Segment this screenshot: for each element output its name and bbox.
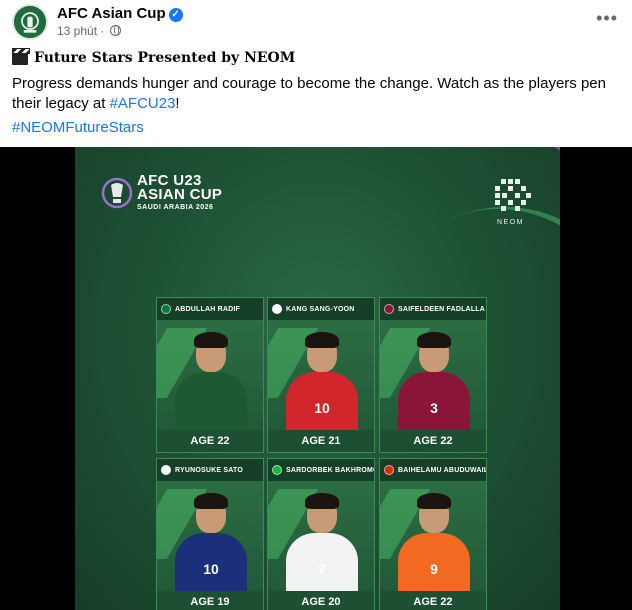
hashtag-line: #NEOMFutureStars [12,118,620,138]
neom-wordmark: NEOM [497,219,524,226]
player-card-header: BAIHELAMU ABUDUWAILI [380,459,486,481]
poster-subtitle: SAUDI ARABIA 2026 [137,204,214,211]
player-age: AGE 22 [380,430,486,452]
player-card: SAIFELDEEN FADLALLA 3 AGE 22 [379,297,487,453]
player-card: RYUNOSUKE SATO 10 AGE 19 [156,458,264,610]
post-header: AFC Asian Cup ✓ 13 phút · ••• [0,0,632,44]
player-photo: 9 [380,481,486,591]
player-hair [194,493,228,509]
page-name-text[interactable]: AFC Asian Cup [57,5,166,22]
player-hair [417,332,451,348]
neom-logo-icon [495,179,531,211]
post-media[interactable]: AFC U23 ASIAN CUP SAUDI ARABIA 2026 NEOM… [0,147,632,610]
player-hair [305,493,339,509]
player-hair [305,332,339,348]
afc-trophy-logo-icon [101,177,133,209]
player-age: AGE 22 [380,591,486,610]
player-name: SAIFELDEEN FADLALLA [398,305,486,313]
player-hair [194,332,228,348]
hashtag-neomfuturestars-link[interactable]: #NEOMFutureStars [12,119,144,136]
player-kit [175,372,247,430]
player-card: KANG SANG-YOON 10 AGE 21 [267,297,375,453]
clapper-board-icon [12,47,30,65]
post-meta: 13 phút · [57,24,121,38]
hashtag-afcu23-link[interactable]: #AFCU23 [110,95,176,112]
globe-icon [109,25,121,36]
player-card-header: SARDORBEK BAKHROMOV [268,459,374,481]
page-avatar[interactable] [12,4,48,40]
player-card-header: RYUNOSUKE SATO [157,459,263,481]
headline-text: Future Stars Presented by NEOM [34,50,296,66]
player-photo: 10 [157,481,263,591]
player-age: AGE 20 [268,591,374,610]
shirt-number: 10 [314,400,330,416]
poster-title: AFC U23 ASIAN CUP [137,173,223,203]
player-card-header: KANG SANG-YOON [268,298,374,320]
more-options-icon[interactable]: ••• [596,8,618,29]
country-flag-icon [384,465,394,475]
player-photo: 7 [268,481,374,591]
country-flag-icon [272,304,282,314]
shirt-number: 7 [318,561,326,577]
player-age: AGE 19 [157,591,263,610]
player-name: RYUNOSUKE SATO [175,466,244,474]
post-text: Future Stars Presented by NEOM Progress … [12,47,620,142]
player-card-header: SAIFELDEEN FADLALLA [380,298,486,320]
verified-badge-icon: ✓ [168,8,183,22]
player-card-header: ABDULLAH RADIF [157,298,263,320]
post-body: Progress demands hunger and courage to b… [12,74,620,114]
poster-image: AFC U23 ASIAN CUP SAUDI ARABIA 2026 NEOM… [75,147,560,610]
player-photo: 10 [268,320,374,430]
page-name[interactable]: AFC Asian Cup ✓ [57,5,183,22]
afc-logo-icon [14,6,46,38]
player-hair [417,493,451,509]
country-flag-icon [161,304,171,314]
country-flag-icon [272,465,282,475]
player-photo [157,320,263,430]
player-name: SARDORBEK BAKHROMOV [286,466,375,474]
shirt-number: 10 [203,561,219,577]
shirt-number: 9 [430,561,438,577]
body-text: Progress demands hunger and courage to b… [12,75,606,112]
body-end-text: ! [175,95,180,112]
player-card: ABDULLAH RADIF AGE 22 [156,297,264,453]
country-flag-icon [384,304,394,314]
player-card: BAIHELAMU ABUDUWAILI 9 AGE 22 [379,458,487,610]
post-time[interactable]: 13 phút [57,24,97,38]
player-name: ABDULLAH RADIF [175,305,241,313]
country-flag-icon [161,465,171,475]
shirt-number: 3 [430,400,438,416]
player-name: BAIHELAMU ABUDUWAILI [398,466,487,474]
player-photo: 3 [380,320,486,430]
poster-title-line2: ASIAN CUP [137,186,223,203]
player-name: KANG SANG-YOON [286,305,355,313]
player-age: AGE 21 [268,430,374,452]
player-card: SARDORBEK BAKHROMOV 7 AGE 20 [267,458,375,610]
player-age: AGE 22 [157,430,263,452]
post-headline: Future Stars Presented by NEOM [12,47,620,68]
